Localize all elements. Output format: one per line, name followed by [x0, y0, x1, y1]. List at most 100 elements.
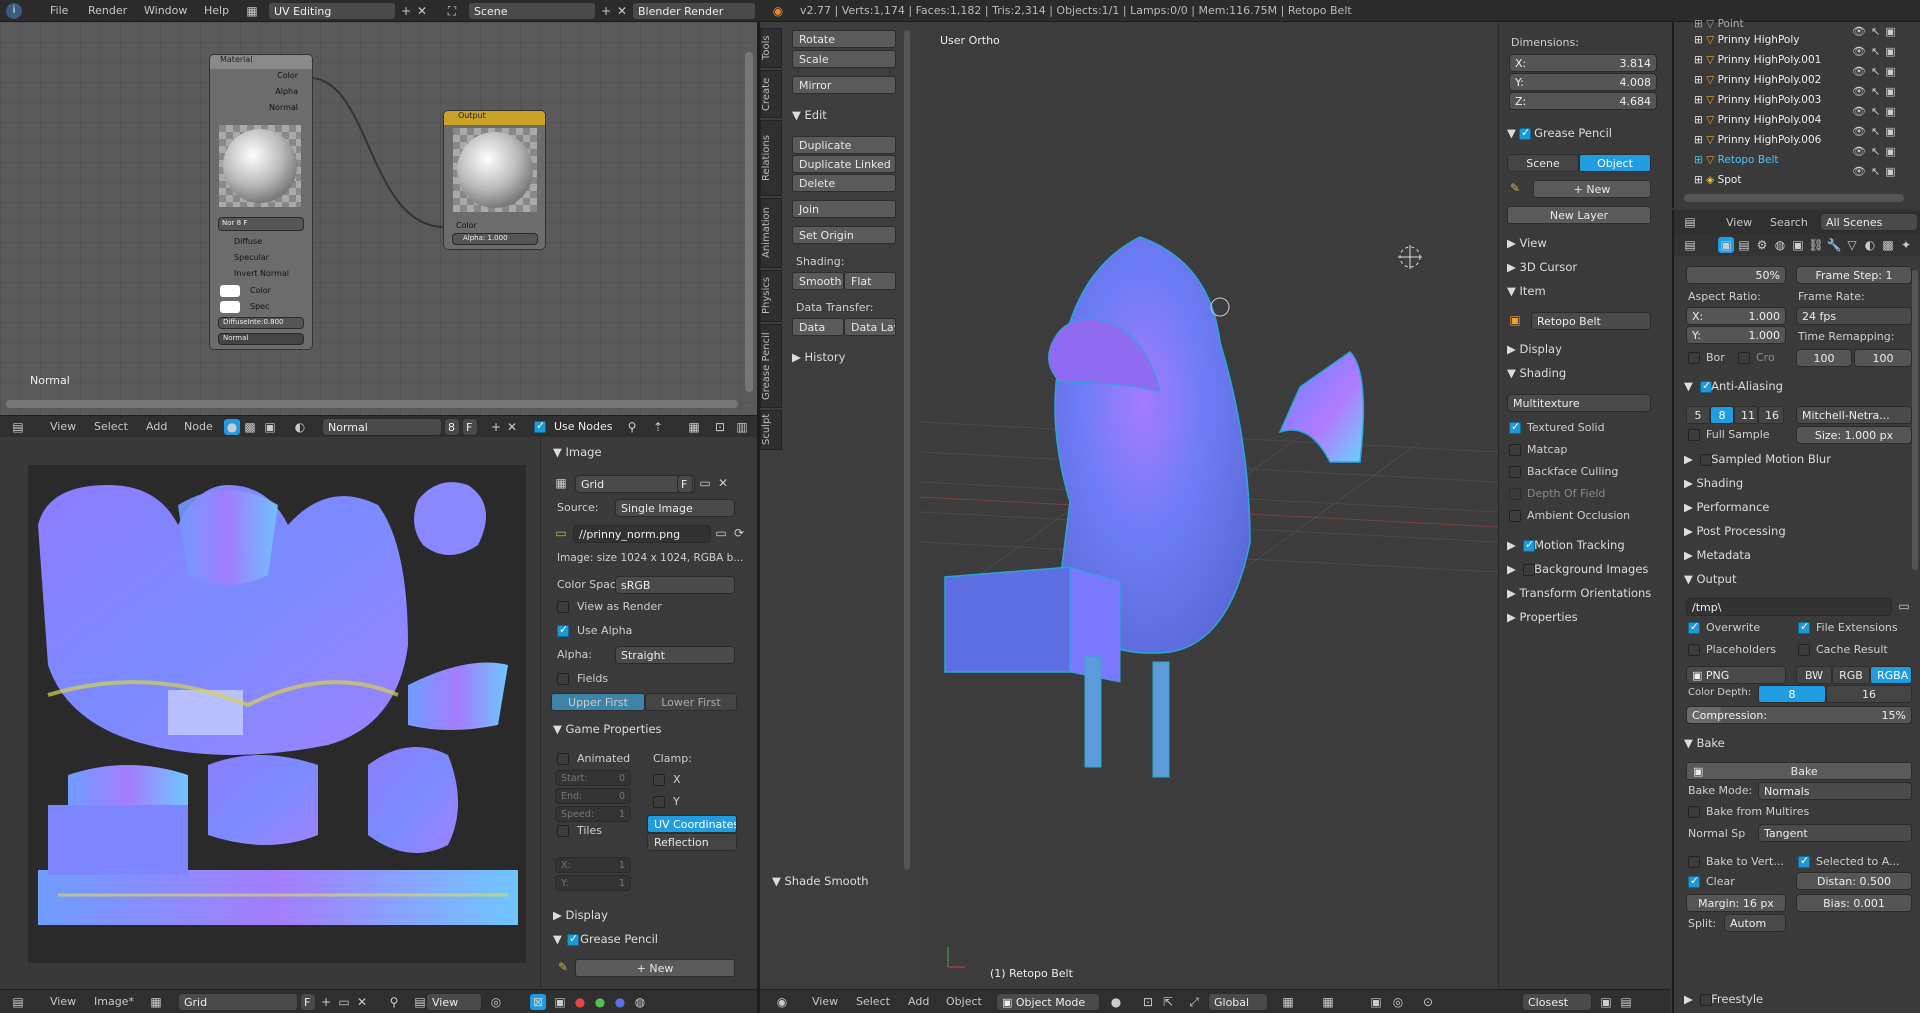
- scene-icon[interactable]: ⛶: [444, 3, 460, 19]
- lock-icon[interactable]: ▣: [1368, 994, 1384, 1010]
- vertex-select-icon[interactable]: ▣: [552, 994, 568, 1010]
- node-editor[interactable]: Material Color Alpha Normal Nor 8 F Diff…: [0, 22, 757, 415]
- color-depth-8-button[interactable]: 8: [1758, 685, 1826, 703]
- edit-panel-header[interactable]: ▼ Edit: [792, 108, 827, 122]
- vertical-scrollbar[interactable]: [745, 52, 753, 392]
- display-mode-select[interactable]: All Scenes: [1820, 213, 1918, 231]
- layers-tab-icon[interactable]: ▤: [1736, 237, 1752, 253]
- render-engine-select[interactable]: Blender Render: [632, 2, 756, 20]
- aa-samples-8[interactable]: 8: [1710, 406, 1734, 424]
- flat-button[interactable]: Flat: [844, 272, 896, 290]
- frame-step-field[interactable]: Frame Step: 1: [1796, 266, 1912, 284]
- color-swatch[interactable]: [220, 285, 240, 297]
- file-format-select[interactable]: ▣ PNG: [1686, 666, 1786, 684]
- tab-physics[interactable]: Physics: [760, 270, 782, 322]
- aa-samples-5[interactable]: 5: [1686, 406, 1710, 424]
- colorspace-select[interactable]: sRGB: [615, 576, 735, 594]
- aspect-y-field[interactable]: Y: 1.000: [1686, 326, 1786, 344]
- time-remap-new-field[interactable]: 100: [1854, 349, 1912, 367]
- outliner-item[interactable]: ⊞ ▽ Point: [1694, 18, 1744, 34]
- pivot-icon[interactable]: ⊡: [1140, 994, 1156, 1010]
- red-channel-icon[interactable]: ●: [572, 994, 588, 1010]
- rgb-button[interactable]: RGB: [1832, 666, 1870, 684]
- output-path-field[interactable]: /tmp\: [1686, 598, 1892, 616]
- editor-type-icon[interactable]: ▤: [10, 419, 26, 435]
- new-layer-button[interactable]: New Layer: [1507, 206, 1651, 224]
- rgba-button[interactable]: RGBA: [1870, 666, 1912, 684]
- constraints-tab-icon[interactable]: ⛓: [1808, 237, 1824, 253]
- shade-smooth-header[interactable]: ▼ Shade Smooth: [772, 874, 869, 888]
- dimension-x-field[interactable]: X: 3.814: [1509, 54, 1657, 72]
- metadata-header[interactable]: ▶ Metadata: [1684, 548, 1751, 562]
- bake-multires-checkbox[interactable]: [1688, 806, 1700, 818]
- display-header[interactable]: ▶ Display: [553, 908, 608, 922]
- close-icon[interactable]: ✕: [715, 475, 731, 491]
- fields-checkbox[interactable]: [557, 673, 569, 685]
- tab-create[interactable]: Create: [760, 70, 782, 118]
- color-depth-16-button[interactable]: 16: [1826, 685, 1912, 703]
- grease-new-button[interactable]: + New: [575, 959, 735, 977]
- matcap-checkbox[interactable]: [1509, 444, 1521, 456]
- outliner-item[interactable]: ⊞ ◈ Spot: [1694, 174, 1741, 190]
- editor-type-icon[interactable]: ▤: [10, 994, 26, 1010]
- rotate-button[interactable]: Rotate: [792, 30, 896, 48]
- set-origin-button[interactable]: Set Origin: [792, 226, 896, 244]
- normal-select[interactable]: Normal: [218, 333, 304, 345]
- upper-first-button[interactable]: Upper First: [551, 693, 645, 711]
- fps-select[interactable]: 24 fps: [1796, 307, 1912, 325]
- snap-icon[interactable]: ⊡: [712, 419, 728, 435]
- uv-coordinates-button[interactable]: UV Coordinates: [647, 815, 737, 833]
- add-icon[interactable]: +: [488, 419, 504, 435]
- post-processing-header[interactable]: ▶ Post Processing: [1684, 524, 1786, 538]
- start-field[interactable]: Start: 0: [555, 770, 631, 786]
- compression-slider[interactable]: Compression: 15%: [1686, 706, 1912, 724]
- texture-tab-icon[interactable]: ▩: [1880, 237, 1896, 253]
- particles-tab-icon[interactable]: ✦: [1898, 237, 1914, 253]
- tiles-checkbox[interactable]: [557, 825, 569, 837]
- uv-editor[interactable]: [0, 437, 540, 989]
- image-icon[interactable]: ▦: [148, 994, 164, 1010]
- outliner-item[interactable]: ⊞ ▽ Prinny HighPoly.001: [1694, 54, 1821, 70]
- snap-icon[interactable]: ⊙: [1420, 994, 1436, 1010]
- blue-channel-icon[interactable]: ●: [612, 994, 628, 1010]
- image-select[interactable]: Grid: [178, 993, 298, 1011]
- grease-scene-button[interactable]: Scene: [1507, 154, 1579, 172]
- scene-select[interactable]: Scene: [468, 2, 596, 20]
- layers2-icon[interactable]: ▦: [1320, 994, 1336, 1010]
- outliner-item[interactable]: ⊞ ▽ Prinny HighPoly.004: [1694, 114, 1821, 130]
- performance-header[interactable]: ▶ Performance: [1684, 500, 1769, 514]
- object-tab-icon[interactable]: ▣: [1790, 237, 1806, 253]
- background-images-section[interactable]: ▶ Background Images: [1507, 562, 1648, 576]
- aa-samples-11[interactable]: 11: [1734, 406, 1758, 424]
- bake-header[interactable]: ▼ Bake: [1684, 736, 1725, 750]
- add-icon[interactable]: +: [318, 994, 334, 1010]
- outliner-scrollbar[interactable]: [1684, 194, 1904, 202]
- menu-render[interactable]: Render: [88, 4, 127, 17]
- properties-scrollbar[interactable]: [1912, 270, 1918, 570]
- vp-menu-add[interactable]: Add: [908, 995, 929, 1008]
- split-select[interactable]: Autom: [1724, 914, 1786, 932]
- bake-mode-select[interactable]: Normals: [1758, 782, 1912, 800]
- pivot-icon[interactable]: ◎: [488, 994, 504, 1010]
- source-select[interactable]: Single Image: [615, 499, 735, 517]
- fake-user-toggle[interactable]: F: [462, 418, 478, 436]
- snap-target-select[interactable]: Closest: [1522, 993, 1592, 1011]
- end-field[interactable]: End: 0: [555, 788, 631, 804]
- tab-sculpt[interactable]: Sculpt: [760, 410, 782, 450]
- node-menu-select[interactable]: Select: [94, 420, 128, 433]
- outliner-item[interactable]: ⊞ ▽ Prinny HighPoly.006: [1694, 134, 1821, 150]
- clear-checkbox[interactable]: [1688, 874, 1700, 888]
- outliner-item[interactable]: ⊞ ▽ Prinny HighPoly: [1694, 34, 1799, 50]
- backdrop-icon[interactable]: ▦: [686, 419, 702, 435]
- vp-menu-object[interactable]: Object: [946, 995, 982, 1008]
- display-section[interactable]: ▶ Display: [1507, 342, 1562, 356]
- grease-new-button[interactable]: + New: [1533, 180, 1651, 198]
- mirror-button[interactable]: Mirror: [792, 76, 896, 94]
- node-menu-node[interactable]: Node: [184, 420, 213, 433]
- scale-button[interactable]: Scale: [792, 50, 896, 68]
- cache-result-checkbox[interactable]: [1798, 644, 1810, 656]
- close-icon[interactable]: ✕: [354, 994, 370, 1010]
- pin-icon[interactable]: ⚲: [386, 994, 402, 1010]
- reflection-button[interactable]: Reflection: [647, 833, 737, 851]
- outliner-item[interactable]: ⊞ ▽ Prinny HighPoly.002: [1694, 74, 1821, 90]
